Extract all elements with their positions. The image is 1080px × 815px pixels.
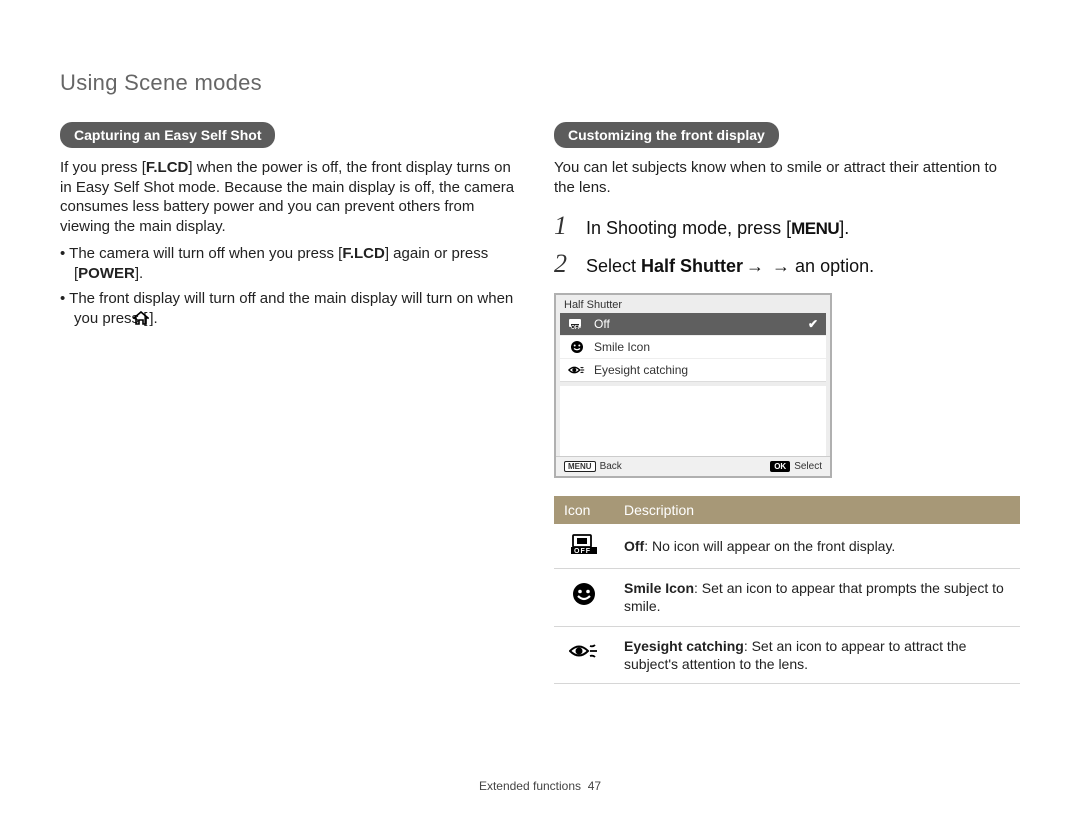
- table-icon-cell: [554, 626, 614, 683]
- table-icon-cell: OFF: [554, 524, 614, 569]
- smile-icon: [572, 586, 596, 611]
- eye-icon: [569, 641, 599, 666]
- front-display-intro: You can let subjects know when to smile …: [554, 158, 1020, 197]
- page-number: 47: [588, 779, 601, 793]
- table-header-icon: Icon: [554, 496, 614, 524]
- flcd-key: F.LCD: [342, 245, 385, 262]
- camera-lcd-screenshot: Half Shutter OFF Off ✔: [554, 293, 1020, 478]
- lcd-back: MENU Back: [564, 461, 622, 472]
- lcd-select: OK Select: [770, 461, 822, 472]
- step-2: 2 Select Half Shutter→ → an option.: [554, 249, 1020, 279]
- step-text: In Shooting mode, press [MENU].: [586, 218, 849, 239]
- eye-icon: [568, 363, 586, 377]
- step-text: Select Half Shutter→ → an option.: [586, 256, 874, 277]
- check-icon: ✔: [808, 317, 818, 331]
- easy-self-shot-bullets: The camera will turn off when you press …: [60, 244, 526, 331]
- lcd-title: Half Shutter: [556, 295, 830, 313]
- desc-label: Eyesight catching: [624, 638, 744, 654]
- table-row: Smile Icon: Set an icon to appear that p…: [554, 569, 1020, 626]
- section-heading-easy-self-shot: Capturing an Easy Self Shot: [60, 122, 275, 148]
- arrow-icon: →: [743, 256, 767, 276]
- lcd-option-eyesight: Eyesight catching: [560, 359, 826, 381]
- lcd-empty-space: [560, 386, 826, 456]
- text: ].: [839, 218, 849, 238]
- table-icon-cell: [554, 569, 614, 626]
- power-key: POWER: [78, 265, 135, 282]
- off-icon: OFF: [568, 317, 586, 331]
- table-desc-cell: Smile Icon: Set an icon to appear that p…: [614, 569, 1020, 626]
- lcd-option-label: Smile Icon: [594, 340, 650, 354]
- table-desc-cell: Eyesight catching: Set an icon to appear…: [614, 626, 1020, 683]
- left-column: Capturing an Easy Self Shot If you press…: [60, 122, 526, 684]
- footer-section: Extended functions: [479, 779, 581, 793]
- text: If you press [: [60, 159, 146, 176]
- lcd-footer: MENU Back OK Select: [556, 456, 830, 476]
- lcd-select-label: Select: [794, 461, 822, 472]
- step-number: 2: [554, 249, 576, 279]
- smile-icon: [568, 340, 586, 354]
- half-shutter-label: Half Shutter: [641, 256, 743, 276]
- icon-description-table: Icon Description OFF Off: No icon will a…: [554, 496, 1020, 684]
- text: Select: [586, 256, 641, 276]
- page-footer: Extended functions 47: [0, 779, 1080, 793]
- desc-text: : No icon will appear on the front displ…: [644, 538, 895, 554]
- menu-key: MENU: [791, 219, 839, 238]
- lcd-back-label: Back: [600, 461, 622, 472]
- text: → an option.: [767, 256, 874, 276]
- lcd-option-smile: Smile Icon: [560, 336, 826, 359]
- svg-text:OFF: OFF: [571, 325, 581, 330]
- lcd-option-label: Eyesight catching: [594, 363, 688, 377]
- menu-tag-icon: MENU: [564, 461, 596, 472]
- text: In Shooting mode, press [: [586, 218, 791, 238]
- table-desc-cell: Off: No icon will appear on the front di…: [614, 524, 1020, 569]
- table-header-description: Description: [614, 496, 1020, 524]
- lcd-option-off: OFF Off ✔: [560, 313, 826, 336]
- lcd-option-label: Off: [594, 317, 610, 331]
- text: ].: [149, 310, 157, 327]
- text: ].: [135, 265, 143, 282]
- svg-text:OFF: OFF: [574, 548, 591, 554]
- step-number: 1: [554, 211, 576, 241]
- flcd-key: F.LCD: [146, 159, 189, 176]
- off-icon: OFF: [571, 541, 597, 557]
- desc-label: Smile Icon: [624, 580, 694, 596]
- page-title: Using Scene modes: [60, 70, 1020, 96]
- step-1: 1 In Shooting mode, press [MENU].: [554, 211, 1020, 241]
- bullet-item: The camera will turn off when you press …: [60, 244, 526, 285]
- text: The camera will turn off when you press …: [69, 245, 342, 262]
- section-heading-front-display: Customizing the front display: [554, 122, 779, 148]
- table-row: OFF Off: No icon will appear on the fron…: [554, 524, 1020, 569]
- right-column: Customizing the front display You can le…: [554, 122, 1020, 684]
- ok-tag-icon: OK: [770, 461, 790, 472]
- desc-label: Off: [624, 538, 644, 554]
- table-row: Eyesight catching: Set an icon to appear…: [554, 626, 1020, 683]
- easy-self-shot-paragraph: If you press [F.LCD] when the power is o…: [60, 158, 526, 236]
- lcd-option-list: OFF Off ✔ Smile Icon: [560, 313, 826, 382]
- bullet-item: The front display will turn off and the …: [60, 289, 526, 332]
